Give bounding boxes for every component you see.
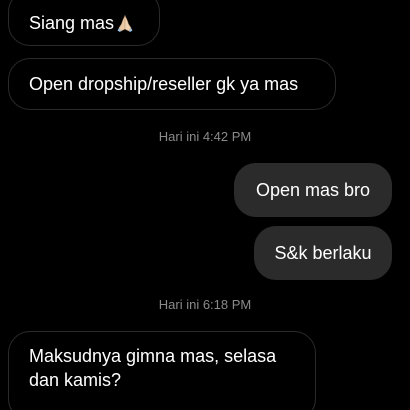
- message-text: Open mas bro: [255, 180, 371, 200]
- message-bubble-received[interactable]: Open dropship/reseller gk ya mas: [8, 58, 336, 110]
- message-text: S&k berlaku: [274, 243, 372, 263]
- folded-hands-icon: [117, 15, 133, 32]
- message-text: Open dropship/reseller gk ya mas: [29, 74, 299, 94]
- timestamp: Hari ini 4:42 PM: [158, 129, 252, 144]
- chat-thread: Siang mas Open dropship/reseller gk ya m…: [0, 0, 410, 410]
- message-text: Siang mas: [29, 13, 115, 33]
- message-bubble-received[interactable]: Siang mas: [8, 0, 160, 46]
- message-bubble-received[interactable]: Maksudnya gimna mas, selasa dan kamis?: [8, 331, 316, 410]
- message-bubble-sent[interactable]: S&k berlaku: [254, 226, 392, 280]
- message-text: Maksudnya gimna mas, selasa dan kamis?: [29, 346, 277, 390]
- message-bubble-sent[interactable]: Open mas bro: [234, 163, 392, 217]
- timestamp: Hari ini 6:18 PM: [158, 297, 252, 312]
